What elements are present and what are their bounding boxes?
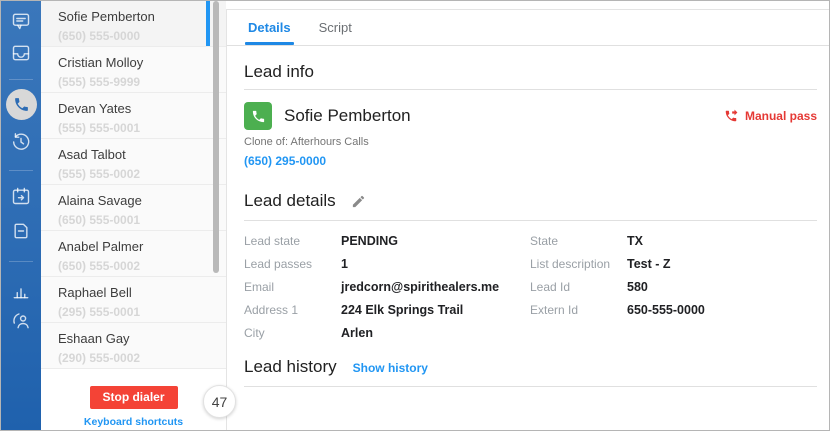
lead-history-heading: Lead history — [244, 357, 337, 376]
field-value: PENDING — [341, 233, 398, 248]
selected-indicator-bar — [206, 1, 210, 46]
detail-row: Extern Id 650-555-0000 — [530, 298, 817, 321]
field-label: Extern Id — [530, 302, 579, 317]
contact-name: Asad Talbot — [58, 147, 126, 162]
contact-phone: (295) 555-0001 — [58, 305, 141, 319]
contact-item[interactable]: Cristian Molloy (555) 555-9999 — [41, 47, 226, 93]
note-icon[interactable] — [11, 221, 31, 241]
detail-row: List description Test - Z — [530, 252, 817, 275]
contact-phone: (555) 555-0002 — [58, 167, 141, 181]
contact-phone: (650) 555-0002 — [58, 259, 141, 273]
active-call-icon — [244, 102, 272, 130]
tab-bar: Details Script — [227, 10, 829, 46]
manual-pass-label: Manual pass — [744, 109, 817, 123]
contact-item[interactable]: Asad Talbot (555) 555-0002 — [41, 139, 226, 185]
detail-row: State TX — [530, 229, 817, 252]
contact-phone: (290) 555-0002 — [58, 351, 141, 365]
contact-name: Eshaan Gay — [58, 331, 130, 346]
contact-phone: (555) 555-9999 — [58, 75, 141, 89]
lead-details-grid: Lead state PENDING Lead passes 1 Email j… — [244, 229, 817, 344]
lead-detail-panel: Details Script Lead info Sofie Pemberton… — [226, 9, 829, 430]
rail-divider — [9, 170, 33, 171]
chat-icon[interactable] — [11, 11, 31, 31]
contact-phone: (650) 555-0000 — [58, 29, 141, 43]
lead-info-heading: Lead info — [244, 62, 314, 81]
details-column-right: State TX List description Test - Z Lead … — [530, 229, 817, 344]
show-history-link[interactable]: Show history — [353, 361, 428, 375]
detail-row: Lead Id 580 — [530, 275, 817, 298]
calendar-forward-icon[interactable] — [11, 186, 31, 206]
section-divider — [244, 89, 817, 90]
detail-row: Lead state PENDING — [244, 229, 530, 252]
field-label: Email — [244, 279, 275, 294]
contact-list: Sofie Pemberton (650) 555-0000 Cristian … — [41, 1, 226, 369]
contact-name: Sofie Pemberton — [58, 9, 155, 24]
contact-phone: (650) 555-0001 — [58, 213, 141, 227]
field-value: jredcorn@spirithealers.me — [341, 279, 500, 294]
field-label: Address 1 — [244, 302, 299, 317]
field-value: 1 — [341, 256, 348, 271]
manual-pass-button[interactable]: Manual pass — [724, 109, 817, 123]
clone-of-label: Clone of: Afterhours Calls — [244, 136, 369, 148]
lead-phone-link[interactable]: (650) 295-0000 — [244, 154, 326, 168]
contact-item[interactable]: Sofie Pemberton (650) 555-0000 — [41, 1, 226, 47]
field-label: State — [530, 233, 559, 248]
phone-forwarded-icon — [725, 109, 738, 122]
stop-dialer-button[interactable]: Stop dialer — [89, 386, 178, 409]
contact-phone: (555) 555-0001 — [58, 121, 141, 135]
section-divider — [244, 220, 817, 221]
detail-row: City Arlen — [244, 321, 530, 344]
call-counter-badge: 47 — [203, 385, 236, 418]
contact-item[interactable]: Alaina Savage (650) 555-0001 — [41, 185, 226, 231]
contact-item[interactable]: Anabel Palmer (650) 555-0002 — [41, 231, 226, 277]
tab-details[interactable]: Details — [245, 20, 294, 45]
list-scrollbar-thumb[interactable] — [213, 1, 219, 273]
field-value: TX — [627, 233, 643, 248]
field-value: 650-555-0000 — [627, 302, 705, 317]
field-label: Lead state — [244, 233, 301, 248]
contact-name: Devan Yates — [58, 101, 132, 116]
field-label: List description — [530, 256, 611, 271]
lead-details-heading: Lead details — [244, 191, 336, 210]
details-column-left: Lead state PENDING Lead passes 1 Email j… — [244, 229, 530, 344]
tab-script[interactable]: Script — [316, 20, 355, 45]
field-label: Lead Id — [530, 279, 571, 294]
dialer-window: Sofie Pemberton (650) 555-0000 Cristian … — [0, 0, 830, 431]
contact-item[interactable]: Raphael Bell (295) 555-0001 — [41, 277, 226, 323]
keyboard-shortcuts-link[interactable]: Keyboard shortcuts — [41, 416, 226, 428]
lead-detail-content: Lead info Sofie Pemberton Manual pass Cl… — [227, 62, 829, 387]
edit-pencil-icon[interactable] — [351, 194, 366, 209]
phone-icon[interactable] — [6, 89, 37, 120]
contact-item[interactable]: Eshaan Gay (290) 555-0002 — [41, 323, 226, 369]
contact-name: Cristian Molloy — [58, 55, 144, 70]
lead-history-heading-row: Lead history Show history — [244, 357, 817, 377]
history-icon[interactable] — [11, 132, 31, 152]
field-value: 580 — [627, 279, 648, 294]
lead-name: Sofie Pemberton — [284, 106, 411, 125]
support-icon[interactable] — [11, 311, 31, 331]
inbox-icon[interactable] — [11, 43, 31, 63]
contact-name: Anabel Palmer — [58, 239, 144, 254]
rail-divider — [9, 261, 33, 262]
lead-card: Sofie Pemberton Manual pass — [244, 102, 817, 130]
contact-name: Alaina Savage — [58, 193, 142, 208]
field-value: Arlen — [341, 325, 373, 340]
field-value: Test - Z — [627, 256, 671, 271]
bar-chart-icon[interactable] — [11, 281, 31, 301]
field-label: City — [244, 325, 265, 340]
dialer-footer: Stop dialer Keyboard shortcuts — [41, 370, 226, 430]
lead-details-heading-row: Lead details — [244, 191, 817, 211]
detail-row: Lead passes 1 — [244, 252, 530, 275]
contact-name: Raphael Bell — [58, 285, 132, 300]
detail-row: Address 1 224 Elk Springs Trail — [244, 298, 530, 321]
rail-divider — [9, 79, 33, 80]
detail-row: Email jredcorn@spirithealers.me — [244, 275, 530, 298]
section-divider — [244, 386, 817, 387]
contact-list-panel: Sofie Pemberton (650) 555-0000 Cristian … — [41, 1, 226, 430]
contact-item[interactable]: Devan Yates (555) 555-0001 — [41, 93, 226, 139]
field-value: 224 Elk Springs Trail — [341, 302, 464, 317]
field-label: Lead passes — [244, 256, 313, 271]
nav-rail — [1, 1, 41, 430]
